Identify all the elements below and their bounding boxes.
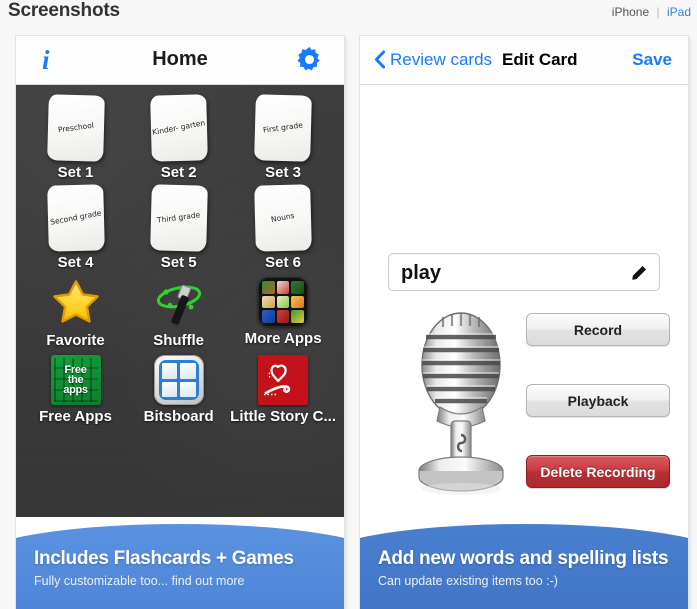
bitsboard-pane bbox=[161, 363, 178, 379]
grid-item-favorite[interactable]: Favorite bbox=[24, 275, 127, 353]
mini-app-tile bbox=[291, 295, 305, 309]
grid-item-label: Set 1 bbox=[57, 164, 94, 181]
app-grid-icon bbox=[258, 277, 309, 327]
grid-item-free-apps[interactable]: Free the apps Free Apps bbox=[24, 353, 127, 429]
edit-card-promo-banner[interactable]: Add new words and spelling lists Can upd… bbox=[360, 516, 688, 609]
screenshot-panel-edit-card: Review cards Edit Card Save play Record … bbox=[360, 36, 688, 609]
bitsboard-icon bbox=[153, 355, 204, 405]
grid-item-set-1[interactable]: Preschool Set 1 bbox=[24, 94, 127, 185]
grid-item-little-story-creator[interactable]: Little Story C... bbox=[230, 353, 336, 429]
grid-item-set-6[interactable]: Nouns Set 6 bbox=[230, 184, 336, 275]
grid-item-set-3[interactable]: First grade Set 3 bbox=[230, 94, 336, 185]
save-button[interactable]: Save bbox=[632, 50, 672, 70]
grid-item-label: More Apps bbox=[244, 330, 322, 347]
gear-icon[interactable] bbox=[295, 45, 324, 74]
mini-app-tile bbox=[262, 310, 275, 323]
grid-item-shuffle[interactable]: Shuffle bbox=[127, 275, 230, 353]
note-card-icon: Preschool bbox=[46, 94, 105, 162]
word-input-field[interactable]: play bbox=[388, 253, 660, 291]
device-link-ipad[interactable]: iPad bbox=[667, 5, 691, 19]
mini-app-tile bbox=[291, 281, 305, 294]
word-input-value: play bbox=[401, 262, 442, 284]
grid-item-label: Set 2 bbox=[160, 164, 197, 181]
device-tab-links: iPhone | iPad bbox=[612, 5, 691, 19]
pencil-icon[interactable] bbox=[629, 262, 650, 283]
note-card-icon: Kinder- garten bbox=[149, 94, 208, 162]
device-link-iphone[interactable]: iPhone bbox=[612, 5, 649, 19]
grid-item-label: Set 3 bbox=[265, 164, 301, 181]
grid-item-label: Little Story C... bbox=[230, 408, 336, 425]
delete-recording-button[interactable]: Delete Recording bbox=[526, 455, 670, 488]
mini-app-tile bbox=[262, 295, 275, 309]
note-card-text: Preschool bbox=[57, 120, 94, 135]
home-board: Preschool Set 1 Kinder- garten Set 2 Fir… bbox=[16, 85, 344, 517]
mini-app-tile bbox=[276, 310, 290, 323]
grid-item-label: Set 6 bbox=[265, 254, 301, 271]
grid-item-label: Bitsboard bbox=[143, 408, 214, 425]
bitsboard-pane bbox=[180, 381, 196, 397]
mini-app-tile bbox=[276, 281, 290, 294]
grid-item-label: Set 4 bbox=[57, 254, 94, 271]
grid-item-set-2[interactable]: Kinder- garten Set 2 bbox=[127, 94, 230, 185]
grid-item-set-4[interactable]: Second grade Set 4 bbox=[24, 184, 127, 275]
playback-button[interactable]: Playback bbox=[526, 384, 670, 417]
mini-app-tile bbox=[291, 310, 305, 323]
grid-item-set-5[interactable]: Third grade Set 5 bbox=[127, 184, 230, 275]
note-card-icon: Nouns bbox=[254, 184, 312, 252]
note-card-text: Second grade bbox=[49, 208, 102, 227]
screenshot-panel-home: i Home Preschool Set 1 Kinder- garten Se… bbox=[16, 36, 344, 609]
microphone-icon bbox=[418, 312, 504, 495]
bitsboard-pane bbox=[161, 381, 178, 397]
mini-app-tile bbox=[262, 281, 275, 294]
star-icon bbox=[52, 280, 99, 323]
grid-item-label: Free Apps bbox=[39, 408, 112, 425]
grid-item-label: Set 5 bbox=[160, 254, 197, 271]
little-story-heart-icon bbox=[258, 355, 309, 405]
grid-item-label: Favorite bbox=[46, 332, 105, 349]
bitsboard-inner bbox=[158, 360, 199, 400]
free-the-apps-icon: Free the apps bbox=[50, 355, 101, 405]
device-link-separator: | bbox=[656, 5, 660, 19]
edit-card-body: play Record Playback Delete Recording bbox=[360, 85, 688, 517]
free-apps-line-3: apps bbox=[63, 384, 88, 396]
promo-subtext: Can update existing items too :-) bbox=[378, 574, 558, 588]
note-card-icon: First grade bbox=[254, 94, 312, 162]
home-promo-banner[interactable]: Includes Flashcards + Games Fully custom… bbox=[16, 516, 344, 609]
edit-card-navbar: Review cards Edit Card Save bbox=[360, 36, 688, 85]
grid-item-more-apps[interactable]: More Apps bbox=[230, 275, 336, 353]
back-button-label[interactable]: Review cards bbox=[390, 50, 492, 70]
mini-app-tile bbox=[276, 295, 290, 309]
home-navbar: i Home bbox=[16, 36, 344, 85]
record-button[interactable]: Record bbox=[526, 313, 670, 346]
note-card-text: Kinder- garten bbox=[151, 118, 206, 137]
grid-item-label: Shuffle bbox=[153, 332, 205, 349]
note-card-text: First grade bbox=[262, 120, 304, 135]
magic-wand-icon bbox=[156, 284, 201, 325]
note-card-text: Nouns bbox=[270, 210, 296, 225]
bitsboard-pane bbox=[180, 363, 196, 379]
promo-subtext: Fully customizable too... find out more bbox=[34, 574, 245, 588]
chevron-left-icon[interactable] bbox=[374, 50, 385, 69]
page-title: Screenshots bbox=[8, 0, 120, 21]
note-card-icon: Third grade bbox=[149, 184, 208, 252]
page-header: Screenshots iPhone | iPad bbox=[0, 0, 697, 32]
edit-card-title: Edit Card bbox=[502, 50, 578, 69]
promo-headline: Add new words and spelling lists bbox=[378, 548, 669, 569]
home-icon-grid: Preschool Set 1 Kinder- garten Set 2 Fir… bbox=[16, 85, 344, 429]
grid-item-bitsboard[interactable]: Bitsboard bbox=[127, 353, 230, 429]
promo-headline: Includes Flashcards + Games bbox=[34, 548, 294, 569]
note-card-icon: Second grade bbox=[46, 184, 105, 252]
note-card-text: Third grade bbox=[156, 210, 201, 225]
